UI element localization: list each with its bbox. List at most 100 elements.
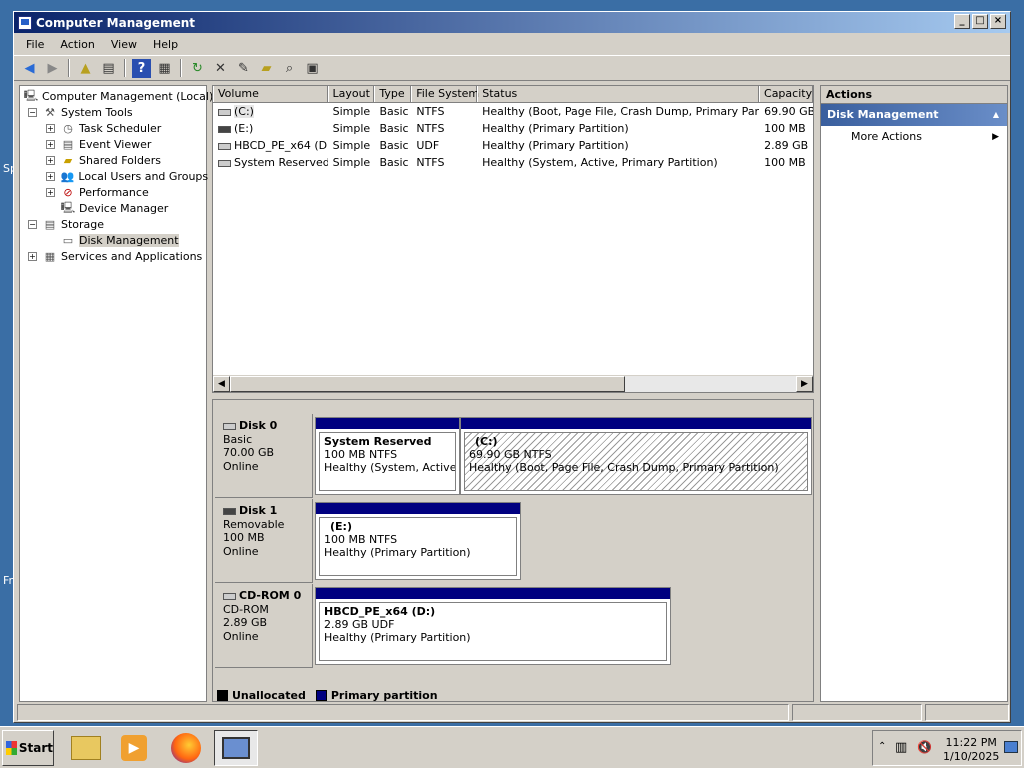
tree-item-disk-management[interactable]: ▭ Disk Management: [20, 232, 206, 248]
fs-cell: NTFS: [416, 105, 445, 118]
disk-size: 2.89 GB: [223, 616, 268, 629]
title-bar[interactable]: Computer Management _ □ ×: [14, 12, 1010, 33]
volume-muted-icon[interactable]: 🔇: [917, 740, 932, 754]
table-row[interactable]: (E:) Simple Basic NTFS Healthy (Primary …: [213, 120, 813, 137]
partition-status: Healthy (Primary Partition): [324, 546, 471, 559]
expand-icon[interactable]: +: [46, 123, 55, 133]
clock-icon: ◷: [63, 121, 73, 135]
tree-label: Services and Applications: [61, 249, 203, 263]
help-topics-icon[interactable]: ▣: [303, 59, 322, 78]
tree-item-system-tools[interactable]: − ⚒ System Tools: [20, 104, 206, 120]
disk-info[interactable]: CD-ROM 0 CD-ROM 2.89 GB Online: [215, 584, 313, 668]
tree-item-device-manager[interactable]: 🖳 Device Manager: [20, 200, 206, 216]
scroll-left-button[interactable]: ◀: [213, 376, 230, 392]
tree-item-shared-folders[interactable]: + ▰ Shared Folders: [20, 152, 206, 168]
windows-logo-icon: [6, 741, 17, 755]
clock[interactable]: 11:22 PM 1/10/2025: [943, 736, 999, 764]
partition-d[interactable]: HBCD_PE_x64 (D:) 2.89 GB UDF Healthy (Pr…: [315, 587, 671, 665]
disk-kind: Removable: [223, 517, 285, 531]
refresh-icon[interactable]: ↻: [188, 59, 207, 78]
computer-management-taskbar-icon[interactable]: [214, 730, 258, 766]
show-hide-tree-icon[interactable]: ▤: [99, 59, 118, 78]
media-player-icon[interactable]: ▶: [112, 730, 156, 766]
disk-info[interactable]: Disk 1 Removable 100 MB Online: [215, 499, 313, 583]
storage-icon: ▤: [44, 217, 56, 231]
menu-action[interactable]: Action: [52, 38, 102, 51]
tree-item-event-viewer[interactable]: + ▤ Event Viewer: [20, 136, 206, 152]
search-icon[interactable]: ⌕: [280, 59, 299, 78]
show-hidden-icons-icon[interactable]: ⌃: [878, 741, 886, 752]
expand-icon[interactable]: +: [28, 251, 37, 261]
tree-item-local-users[interactable]: + 👥 Local Users and Groups: [20, 168, 208, 184]
tree-label: Event Viewer: [79, 137, 152, 151]
disk-graphical-view: Disk 0 Basic 70.00 GB Online System Rese…: [212, 399, 814, 702]
disk-row-cdrom: CD-ROM 0 CD-ROM 2.89 GB Online HBCD_PE_x…: [215, 584, 813, 668]
delete-icon[interactable]: ✕: [211, 59, 230, 78]
partition-e[interactable]: (E:) 100 MB NTFS Healthy (Primary Partit…: [315, 502, 521, 580]
col-file-system[interactable]: File System: [411, 86, 479, 102]
back-icon[interactable]: ◀: [20, 59, 39, 78]
collapse-icon[interactable]: −: [28, 107, 37, 117]
more-actions-item[interactable]: More Actions: [821, 126, 1007, 148]
partition-system-reserved[interactable]: System Reserved 100 MB NTFS Healthy (Sys…: [315, 417, 460, 495]
tree-label: Storage: [61, 217, 105, 231]
volume-name: HBCD_PE_x64 (D:): [234, 139, 328, 152]
volume-list: Volume Layout Type File System Status Ca…: [212, 85, 814, 393]
menu-view[interactable]: View: [103, 38, 145, 51]
volume-name: (C:): [234, 105, 254, 118]
table-row[interactable]: (C:) Simple Basic NTFS Healthy (Boot, Pa…: [213, 103, 813, 120]
table-row[interactable]: System Reserved Simple Basic NTFS Health…: [213, 154, 813, 171]
firefox-icon[interactable]: [164, 730, 208, 766]
minimize-button[interactable]: _: [954, 14, 970, 29]
collapse-icon[interactable]: −: [28, 219, 37, 229]
unallocated-swatch: [217, 690, 228, 701]
type-cell: Basic: [379, 122, 409, 135]
tree-item-performance[interactable]: + ⊘ Performance: [20, 184, 206, 200]
close-button[interactable]: ×: [990, 14, 1006, 29]
col-status[interactable]: Status: [477, 86, 760, 102]
col-type[interactable]: Type: [374, 86, 412, 102]
tree-label: Performance: [79, 185, 149, 199]
partition-c[interactable]: (C:) 69.90 GB NTFS Healthy (Boot, Page F…: [460, 417, 812, 495]
expand-icon[interactable]: +: [46, 155, 55, 165]
tree-item-task-scheduler[interactable]: + ◷ Task Scheduler: [20, 120, 206, 136]
expand-icon[interactable]: +: [46, 171, 55, 181]
file-explorer-icon[interactable]: [64, 730, 108, 766]
actions-section-disk-management[interactable]: Disk Management: [821, 104, 1007, 126]
scroll-thumb[interactable]: [230, 376, 625, 392]
properties-icon[interactable]: ✎: [234, 59, 253, 78]
expand-icon[interactable]: +: [46, 187, 55, 197]
show-desktop-icon[interactable]: [1004, 741, 1018, 753]
tree-item-storage[interactable]: − ▤ Storage: [20, 216, 206, 232]
disk-row-1: Disk 1 Removable 100 MB Online (E:) 100 …: [215, 499, 813, 583]
computer-management-icon: [18, 15, 32, 30]
menu-file[interactable]: File: [18, 38, 52, 51]
tree-item-root[interactable]: 🖳 Computer Management (Local): [20, 88, 214, 104]
forward-icon[interactable]: ▶: [43, 59, 62, 78]
disk-management-icon: ▭: [62, 233, 74, 247]
tree-label: Shared Folders: [79, 153, 161, 167]
menu-help[interactable]: Help: [145, 38, 186, 51]
status-panel: [17, 704, 789, 721]
drive-icon: [218, 108, 231, 116]
network-icon[interactable]: ▥: [895, 740, 907, 755]
disk-state: Online: [223, 459, 259, 473]
scroll-right-button[interactable]: ▶: [796, 376, 813, 392]
up-folder-icon[interactable]: ▲: [76, 59, 95, 78]
tree-item-services[interactable]: + ▦ Services and Applications: [20, 248, 206, 264]
table-row[interactable]: HBCD_PE_x64 (D:) Simple Basic UDF Health…: [213, 137, 813, 154]
horizontal-scrollbar[interactable]: ◀ ▶: [213, 375, 813, 392]
status-bar: [17, 704, 1009, 721]
start-button[interactable]: Start: [2, 730, 54, 766]
taskbar: Start ▶ ⌃ ▥ 🔇 11:22 PM 1/10/2025: [0, 726, 1024, 768]
maximize-button[interactable]: □: [972, 14, 988, 29]
col-capacity[interactable]: Capacity: [759, 86, 813, 102]
col-volume[interactable]: Volume: [213, 86, 328, 102]
col-layout[interactable]: Layout: [327, 86, 375, 102]
expand-icon[interactable]: +: [46, 139, 55, 149]
layout-cell: Simple: [332, 105, 371, 118]
open-folder-icon[interactable]: ▰: [257, 59, 276, 78]
help-icon[interactable]: ?: [132, 58, 151, 78]
disk-info[interactable]: Disk 0 Basic 70.00 GB Online: [215, 414, 313, 498]
properties-pane-icon[interactable]: ▦: [155, 59, 174, 78]
